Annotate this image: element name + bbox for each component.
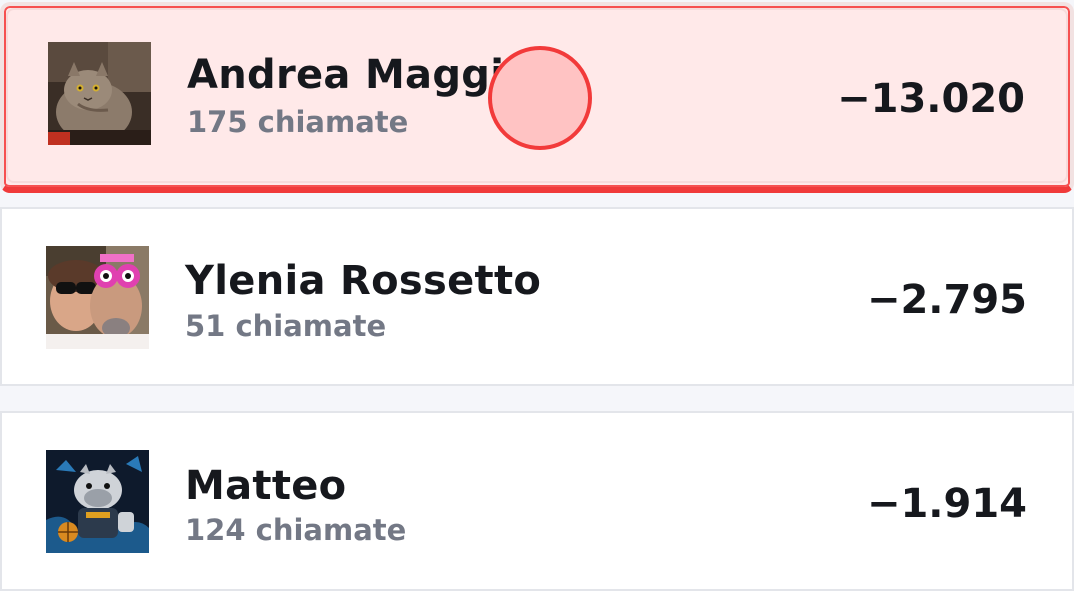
avatar	[48, 42, 151, 145]
leaderboard-list: Andrea Maggi 175 chiamate −13.020 Ylenia…	[0, 0, 1074, 591]
contact-name: Ylenia Rossetto	[185, 258, 542, 304]
amount-value: −13.020	[837, 76, 1025, 122]
avatar	[46, 450, 149, 553]
call-count: 124 chiamate	[185, 513, 407, 547]
contact-name: Andrea Maggi	[187, 52, 505, 98]
cat-photo-avatar-icon	[48, 42, 151, 145]
list-item[interactable]: Andrea Maggi 175 chiamate −13.020	[0, 2, 1074, 193]
contact-name: Matteo	[185, 463, 347, 509]
avatar	[46, 246, 149, 349]
tap-indicator	[488, 46, 592, 150]
amount-value: −1.914	[866, 481, 1027, 527]
bulldog-basketball-avatar-icon	[46, 450, 149, 553]
amount-value: −2.795	[866, 277, 1027, 323]
list-item[interactable]: Matteo 124 chiamate −1.914	[0, 411, 1074, 591]
list-item[interactable]: Ylenia Rossetto 51 chiamate −2.795	[0, 207, 1074, 386]
call-count: 51 chiamate	[185, 309, 387, 343]
couple-selfie-avatar-icon	[46, 246, 149, 349]
call-count: 175 chiamate	[187, 105, 409, 139]
